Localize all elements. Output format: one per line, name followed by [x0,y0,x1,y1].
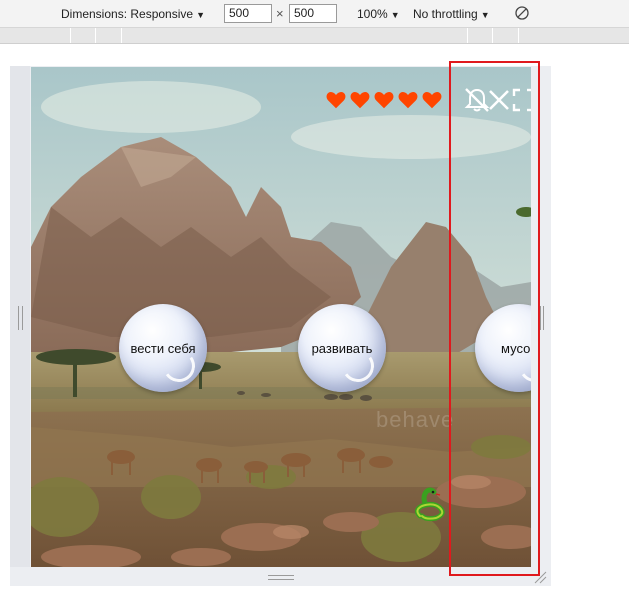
viewport-width-input[interactable]: 500 [224,4,272,23]
chevron-down-icon: ▼ [196,10,205,20]
zoom-label: 100% [357,7,388,21]
heart-icon [326,92,346,109]
media-query-ruler[interactable] [0,28,629,44]
heart-icon [398,92,418,109]
viewport-height-input[interactable]: 500 [289,4,337,23]
word-bubble[interactable]: развивать [298,304,386,392]
throttling-label: No throttling [413,7,478,21]
heart-icon [350,92,370,109]
corner-resize-handle[interactable] [533,570,547,584]
ruler-mark [492,28,493,43]
dimensions-dropdown[interactable]: Dimensions: Responsive ▼ [61,5,205,23]
ruler-mark [121,28,122,43]
ruler-mark [70,28,71,43]
snake-icon[interactable] [412,486,450,524]
devtools-device-toolbar: Dimensions: Responsive ▼ 500 × 500 100% ▼ … [0,0,629,28]
throttling-dropdown[interactable]: No throttling ▼ [413,5,490,23]
rotate-icon [515,6,529,20]
right-resize-handle[interactable] [540,306,544,330]
heart-icon [422,92,442,109]
ruler-mark [518,28,519,43]
left-resize-handle[interactable] [10,66,30,567]
bottom-resize-handle[interactable] [268,575,294,580]
dimensions-label: Dimensions: Responsive [61,7,194,21]
word-bubble-label: мусо [501,340,531,356]
word-bubble[interactable]: вести себя [119,304,207,392]
rotate-button[interactable] [514,5,530,23]
times-symbol: × [276,6,284,21]
grip-icon [18,306,23,330]
word-bubble-label: вести себя [130,340,196,356]
ruler-mark [95,28,96,43]
ruler-mark [467,28,468,43]
savanna-background [31,67,531,567]
close-icon[interactable] [487,88,511,112]
chevron-down-icon: ▼ [390,10,400,20]
heart-icon [374,92,394,109]
game-viewport[interactable]: behave вести себя развивать мусо [31,67,531,567]
chevron-down-icon: ▼ [480,10,490,20]
watermark-text: behave [376,407,455,432]
fullscreen-icon[interactable] [512,88,531,112]
zoom-dropdown[interactable]: 100% ▼ [357,5,400,23]
lives-indicator [325,89,443,115]
word-bubble-label: развивать [311,340,373,356]
